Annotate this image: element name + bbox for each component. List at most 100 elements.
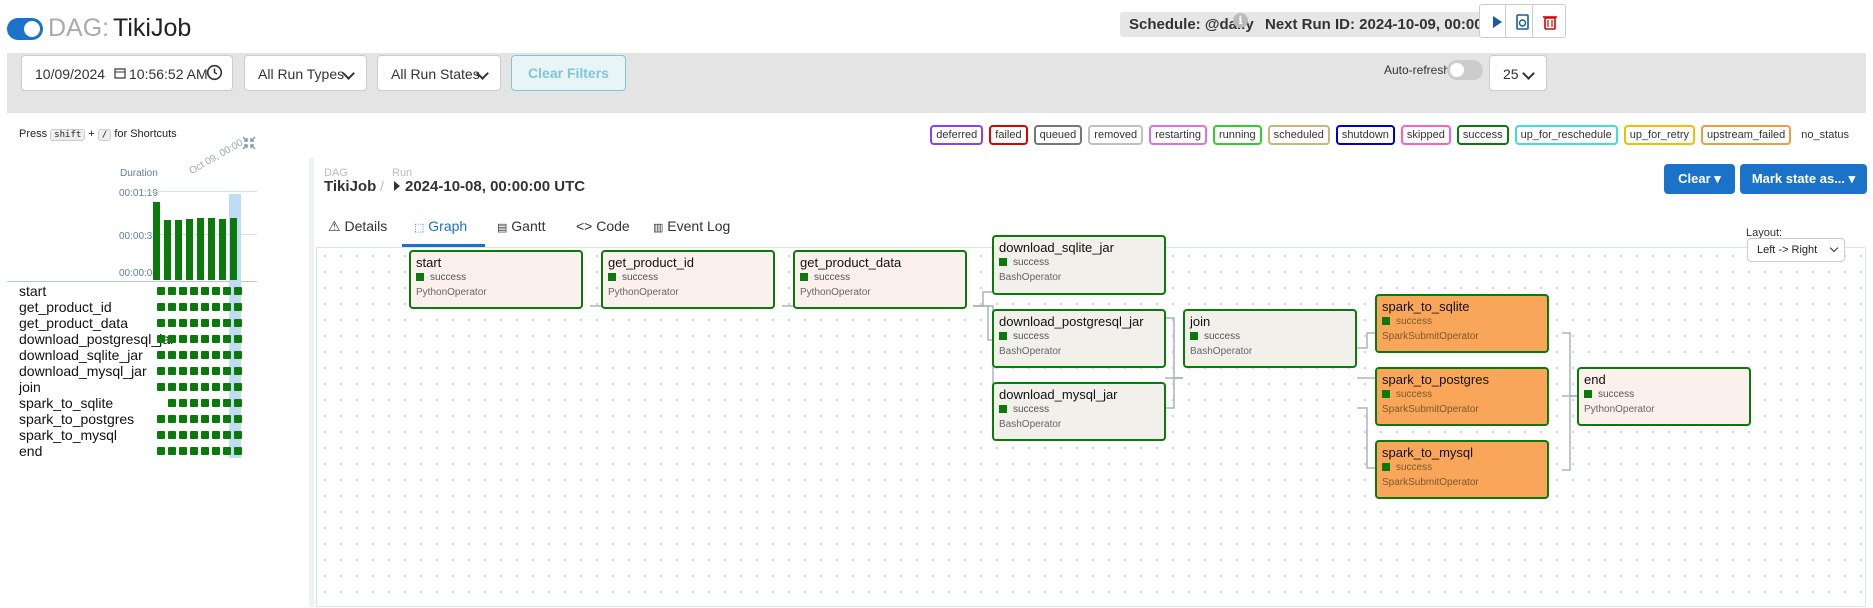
- task-instance-cell[interactable]: [223, 431, 231, 439]
- legend-deferred[interactable]: deferred: [930, 125, 984, 145]
- task-instance-cell[interactable]: [179, 431, 187, 439]
- run-duration-bar[interactable]: [208, 218, 215, 280]
- task-instance-cell[interactable]: [157, 367, 165, 375]
- task-instance-cell[interactable]: [201, 447, 209, 455]
- tab-details[interactable]: ⚠ Details: [328, 218, 387, 235]
- run-duration-bar[interactable]: [153, 202, 160, 280]
- task-instance-cell[interactable]: [157, 415, 165, 423]
- task-instance-cell[interactable]: [190, 383, 198, 391]
- task-instance-cell[interactable]: [201, 383, 209, 391]
- legend-removed[interactable]: removed: [1088, 125, 1144, 145]
- legend-running[interactable]: running: [1212, 125, 1262, 145]
- task-instance-cell[interactable]: [212, 383, 220, 391]
- task-instance-cell[interactable]: [223, 383, 231, 391]
- grid-task-name[interactable]: spark_to_sqlite: [19, 395, 113, 411]
- task-instance-cell[interactable]: [168, 431, 176, 439]
- task-instance-cell[interactable]: [179, 319, 187, 327]
- task-instance-cell[interactable]: [190, 287, 198, 295]
- grid-task-name[interactable]: download_sqlite_jar: [19, 347, 143, 363]
- task-instance-cell[interactable]: [190, 399, 198, 407]
- layout-select[interactable]: Left -> Right: [1747, 238, 1845, 262]
- graph-canvas[interactable]: start success PythonOperator get_product_i…: [316, 227, 1866, 607]
- grid-task-name[interactable]: spark_to_mysql: [19, 427, 117, 443]
- legend-up-for-reschedule[interactable]: up_for_reschedule: [1514, 125, 1618, 145]
- task-node-end[interactable]: end success PythonOperator: [1577, 367, 1751, 426]
- task-instance-cell[interactable]: [212, 303, 220, 311]
- task-instance-cell[interactable]: [212, 431, 220, 439]
- task-instance-cell[interactable]: [223, 447, 231, 455]
- task-node-get-product-id[interactable]: get_product_id success PythonOperator: [601, 250, 775, 309]
- panel-resize-handle[interactable]: [309, 158, 314, 607]
- task-instance-cell[interactable]: [223, 399, 231, 407]
- task-instance-cell[interactable]: [179, 351, 187, 359]
- grid-task-name[interactable]: end: [19, 443, 42, 459]
- delete-dag-button[interactable]: [1532, 4, 1566, 38]
- grid-task-name[interactable]: get_product_data: [19, 315, 128, 331]
- task-instance-cell[interactable]: [168, 415, 176, 423]
- task-instance-cell[interactable]: [168, 383, 176, 391]
- task-instance-cell[interactable]: [234, 351, 242, 359]
- task-node-join[interactable]: join success BashOperator: [1183, 309, 1357, 368]
- task-instance-cell[interactable]: [190, 351, 198, 359]
- grid-task-name[interactable]: spark_to_postgres: [19, 411, 134, 427]
- run-duration-bar[interactable]: [197, 218, 204, 280]
- run-states-select[interactable]: All Run States: [377, 55, 501, 91]
- breadcrumb-run[interactable]: 2024-10-08, 00:00:00 UTC: [405, 178, 585, 195]
- task-instance-cell[interactable]: [157, 431, 165, 439]
- task-instance-cell[interactable]: [212, 415, 220, 423]
- run-duration-bar[interactable]: [219, 219, 226, 280]
- task-instance-cell[interactable]: [168, 447, 176, 455]
- task-instance-cell[interactable]: [234, 383, 242, 391]
- task-instance-cell[interactable]: [168, 335, 176, 343]
- task-instance-cell[interactable]: [212, 287, 220, 295]
- task-instance-cell[interactable]: [201, 303, 209, 311]
- task-instance-cell[interactable]: [157, 351, 165, 359]
- task-instance-cell[interactable]: [234, 415, 242, 423]
- legend-upstream-failed[interactable]: upstream_failed: [1701, 125, 1792, 145]
- task-instance-cell[interactable]: [234, 367, 242, 375]
- task-instance-cell[interactable]: [201, 399, 209, 407]
- task-instance-cell[interactable]: [212, 447, 220, 455]
- task-instance-cell[interactable]: [201, 415, 209, 423]
- task-instance-cell[interactable]: [234, 303, 242, 311]
- task-instance-cell[interactable]: [212, 367, 220, 375]
- legend-no-status[interactable]: no_status: [1797, 127, 1853, 143]
- grid-task-name[interactable]: join: [19, 379, 41, 395]
- task-instance-cell[interactable]: [201, 431, 209, 439]
- task-instance-cell[interactable]: [168, 367, 176, 375]
- task-instance-cell[interactable]: [179, 335, 187, 343]
- tab-event-log[interactable]: ▥ Event Log: [653, 218, 730, 234]
- task-instance-cell[interactable]: [201, 335, 209, 343]
- task-instance-cell[interactable]: [223, 415, 231, 423]
- tab-graph[interactable]: ⬚ Graph: [414, 218, 467, 234]
- legend-success[interactable]: success: [1456, 125, 1509, 145]
- task-node-download-mysql-jar[interactable]: download_mysql_jar success BashOperator: [992, 382, 1166, 441]
- tab-gantt[interactable]: ▤ Gantt: [497, 218, 546, 234]
- task-instance-cell[interactable]: [223, 319, 231, 327]
- task-instance-cell[interactable]: [179, 383, 187, 391]
- task-instance-cell[interactable]: [190, 335, 198, 343]
- task-instance-cell[interactable]: [190, 303, 198, 311]
- task-node-spark-to-postgres[interactable]: spark_to_postgres success SparkSubmitOpera…: [1375, 367, 1549, 426]
- task-node-download-postgresql-jar[interactable]: download_postgresql_jar success BashOperat…: [992, 309, 1166, 368]
- task-instance-cell[interactable]: [179, 447, 187, 455]
- run-types-select[interactable]: All Run Types: [244, 55, 367, 91]
- task-instance-cell[interactable]: [168, 399, 176, 407]
- task-instance-cell[interactable]: [168, 319, 176, 327]
- grid-task-name[interactable]: get_product_id: [19, 299, 112, 315]
- clear-filters-button[interactable]: Clear Filters: [511, 55, 626, 91]
- task-instance-cell[interactable]: [223, 367, 231, 375]
- task-instance-cell[interactable]: [168, 303, 176, 311]
- task-instance-cell[interactable]: [212, 399, 220, 407]
- task-instance-cell[interactable]: [190, 447, 198, 455]
- task-instance-cell[interactable]: [212, 351, 220, 359]
- breadcrumb-dag[interactable]: TikiJob: [324, 178, 376, 195]
- task-instance-cell[interactable]: [234, 287, 242, 295]
- auto-refresh-switch[interactable]: [1447, 60, 1483, 80]
- collapse-icon[interactable]: [242, 136, 256, 150]
- task-instance-cell[interactable]: [234, 335, 242, 343]
- task-instance-cell[interactable]: [168, 287, 176, 295]
- task-instance-cell[interactable]: [168, 351, 176, 359]
- task-instance-cell[interactable]: [190, 319, 198, 327]
- task-instance-cell[interactable]: [234, 431, 242, 439]
